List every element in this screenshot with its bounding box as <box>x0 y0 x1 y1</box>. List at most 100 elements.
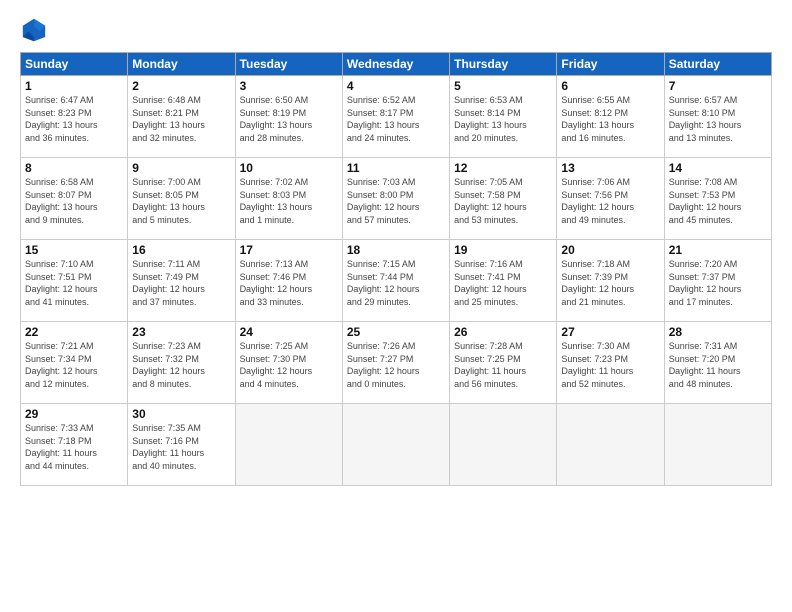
day-number: 26 <box>454 325 552 339</box>
day-info: Sunrise: 7:02 AM Sunset: 8:03 PM Dayligh… <box>240 176 338 226</box>
calendar-header-row: SundayMondayTuesdayWednesdayThursdayFrid… <box>21 53 772 76</box>
day-number: 8 <box>25 161 123 175</box>
day-number: 29 <box>25 407 123 421</box>
day-info: Sunrise: 7:20 AM Sunset: 7:37 PM Dayligh… <box>669 258 767 308</box>
table-row: 27Sunrise: 7:30 AM Sunset: 7:23 PM Dayli… <box>557 322 664 404</box>
day-info: Sunrise: 7:00 AM Sunset: 8:05 PM Dayligh… <box>132 176 230 226</box>
day-number: 23 <box>132 325 230 339</box>
day-info: Sunrise: 7:13 AM Sunset: 7:46 PM Dayligh… <box>240 258 338 308</box>
table-row: 8Sunrise: 6:58 AM Sunset: 8:07 PM Daylig… <box>21 158 128 240</box>
weekday-header: Tuesday <box>235 53 342 76</box>
table-row: 28Sunrise: 7:31 AM Sunset: 7:20 PM Dayli… <box>664 322 771 404</box>
table-row: 9Sunrise: 7:00 AM Sunset: 8:05 PM Daylig… <box>128 158 235 240</box>
day-info: Sunrise: 6:52 AM Sunset: 8:17 PM Dayligh… <box>347 94 445 144</box>
table-row: 12Sunrise: 7:05 AM Sunset: 7:58 PM Dayli… <box>450 158 557 240</box>
table-row <box>450 404 557 486</box>
table-row: 26Sunrise: 7:28 AM Sunset: 7:25 PM Dayli… <box>450 322 557 404</box>
table-row <box>557 404 664 486</box>
table-row <box>235 404 342 486</box>
weekday-header: Saturday <box>664 53 771 76</box>
calendar-week-row: 15Sunrise: 7:10 AM Sunset: 7:51 PM Dayli… <box>21 240 772 322</box>
day-number: 14 <box>669 161 767 175</box>
table-row <box>342 404 449 486</box>
day-number: 24 <box>240 325 338 339</box>
day-info: Sunrise: 7:35 AM Sunset: 7:16 PM Dayligh… <box>132 422 230 472</box>
table-row: 17Sunrise: 7:13 AM Sunset: 7:46 PM Dayli… <box>235 240 342 322</box>
header <box>20 16 772 44</box>
calendar-week-row: 29Sunrise: 7:33 AM Sunset: 7:18 PM Dayli… <box>21 404 772 486</box>
table-row: 3Sunrise: 6:50 AM Sunset: 8:19 PM Daylig… <box>235 76 342 158</box>
day-info: Sunrise: 6:53 AM Sunset: 8:14 PM Dayligh… <box>454 94 552 144</box>
day-info: Sunrise: 7:25 AM Sunset: 7:30 PM Dayligh… <box>240 340 338 390</box>
weekday-header: Monday <box>128 53 235 76</box>
day-number: 9 <box>132 161 230 175</box>
table-row: 6Sunrise: 6:55 AM Sunset: 8:12 PM Daylig… <box>557 76 664 158</box>
table-row: 30Sunrise: 7:35 AM Sunset: 7:16 PM Dayli… <box>128 404 235 486</box>
day-number: 16 <box>132 243 230 257</box>
table-row: 14Sunrise: 7:08 AM Sunset: 7:53 PM Dayli… <box>664 158 771 240</box>
day-info: Sunrise: 6:58 AM Sunset: 8:07 PM Dayligh… <box>25 176 123 226</box>
day-number: 25 <box>347 325 445 339</box>
day-number: 30 <box>132 407 230 421</box>
day-info: Sunrise: 7:06 AM Sunset: 7:56 PM Dayligh… <box>561 176 659 226</box>
table-row: 29Sunrise: 7:33 AM Sunset: 7:18 PM Dayli… <box>21 404 128 486</box>
calendar: SundayMondayTuesdayWednesdayThursdayFrid… <box>20 52 772 486</box>
day-info: Sunrise: 7:33 AM Sunset: 7:18 PM Dayligh… <box>25 422 123 472</box>
day-info: Sunrise: 7:26 AM Sunset: 7:27 PM Dayligh… <box>347 340 445 390</box>
day-number: 20 <box>561 243 659 257</box>
weekday-header: Wednesday <box>342 53 449 76</box>
day-number: 12 <box>454 161 552 175</box>
day-info: Sunrise: 7:05 AM Sunset: 7:58 PM Dayligh… <box>454 176 552 226</box>
day-number: 2 <box>132 79 230 93</box>
table-row: 20Sunrise: 7:18 AM Sunset: 7:39 PM Dayli… <box>557 240 664 322</box>
table-row: 15Sunrise: 7:10 AM Sunset: 7:51 PM Dayli… <box>21 240 128 322</box>
day-number: 5 <box>454 79 552 93</box>
day-info: Sunrise: 7:31 AM Sunset: 7:20 PM Dayligh… <box>669 340 767 390</box>
table-row: 7Sunrise: 6:57 AM Sunset: 8:10 PM Daylig… <box>664 76 771 158</box>
day-info: Sunrise: 7:10 AM Sunset: 7:51 PM Dayligh… <box>25 258 123 308</box>
table-row: 16Sunrise: 7:11 AM Sunset: 7:49 PM Dayli… <box>128 240 235 322</box>
day-info: Sunrise: 7:21 AM Sunset: 7:34 PM Dayligh… <box>25 340 123 390</box>
day-info: Sunrise: 7:28 AM Sunset: 7:25 PM Dayligh… <box>454 340 552 390</box>
table-row: 11Sunrise: 7:03 AM Sunset: 8:00 PM Dayli… <box>342 158 449 240</box>
day-info: Sunrise: 7:18 AM Sunset: 7:39 PM Dayligh… <box>561 258 659 308</box>
day-info: Sunrise: 7:15 AM Sunset: 7:44 PM Dayligh… <box>347 258 445 308</box>
day-info: Sunrise: 7:11 AM Sunset: 7:49 PM Dayligh… <box>132 258 230 308</box>
table-row: 23Sunrise: 7:23 AM Sunset: 7:32 PM Dayli… <box>128 322 235 404</box>
day-number: 10 <box>240 161 338 175</box>
day-info: Sunrise: 7:08 AM Sunset: 7:53 PM Dayligh… <box>669 176 767 226</box>
calendar-week-row: 1Sunrise: 6:47 AM Sunset: 8:23 PM Daylig… <box>21 76 772 158</box>
day-info: Sunrise: 6:47 AM Sunset: 8:23 PM Dayligh… <box>25 94 123 144</box>
table-row: 25Sunrise: 7:26 AM Sunset: 7:27 PM Dayli… <box>342 322 449 404</box>
table-row: 2Sunrise: 6:48 AM Sunset: 8:21 PM Daylig… <box>128 76 235 158</box>
day-number: 22 <box>25 325 123 339</box>
day-number: 7 <box>669 79 767 93</box>
day-info: Sunrise: 6:57 AM Sunset: 8:10 PM Dayligh… <box>669 94 767 144</box>
day-info: Sunrise: 7:03 AM Sunset: 8:00 PM Dayligh… <box>347 176 445 226</box>
day-number: 6 <box>561 79 659 93</box>
table-row: 24Sunrise: 7:25 AM Sunset: 7:30 PM Dayli… <box>235 322 342 404</box>
day-number: 4 <box>347 79 445 93</box>
weekday-header: Sunday <box>21 53 128 76</box>
day-info: Sunrise: 6:50 AM Sunset: 8:19 PM Dayligh… <box>240 94 338 144</box>
day-info: Sunrise: 7:23 AM Sunset: 7:32 PM Dayligh… <box>132 340 230 390</box>
day-number: 28 <box>669 325 767 339</box>
calendar-week-row: 8Sunrise: 6:58 AM Sunset: 8:07 PM Daylig… <box>21 158 772 240</box>
day-info: Sunrise: 7:30 AM Sunset: 7:23 PM Dayligh… <box>561 340 659 390</box>
day-info: Sunrise: 7:16 AM Sunset: 7:41 PM Dayligh… <box>454 258 552 308</box>
table-row: 5Sunrise: 6:53 AM Sunset: 8:14 PM Daylig… <box>450 76 557 158</box>
day-number: 1 <box>25 79 123 93</box>
day-info: Sunrise: 6:48 AM Sunset: 8:21 PM Dayligh… <box>132 94 230 144</box>
day-number: 17 <box>240 243 338 257</box>
day-info: Sunrise: 6:55 AM Sunset: 8:12 PM Dayligh… <box>561 94 659 144</box>
weekday-header: Thursday <box>450 53 557 76</box>
table-row: 4Sunrise: 6:52 AM Sunset: 8:17 PM Daylig… <box>342 76 449 158</box>
page: SundayMondayTuesdayWednesdayThursdayFrid… <box>0 0 792 612</box>
day-number: 18 <box>347 243 445 257</box>
table-row: 19Sunrise: 7:16 AM Sunset: 7:41 PM Dayli… <box>450 240 557 322</box>
table-row <box>664 404 771 486</box>
table-row: 21Sunrise: 7:20 AM Sunset: 7:37 PM Dayli… <box>664 240 771 322</box>
weekday-header: Friday <box>557 53 664 76</box>
table-row: 22Sunrise: 7:21 AM Sunset: 7:34 PM Dayli… <box>21 322 128 404</box>
day-number: 3 <box>240 79 338 93</box>
